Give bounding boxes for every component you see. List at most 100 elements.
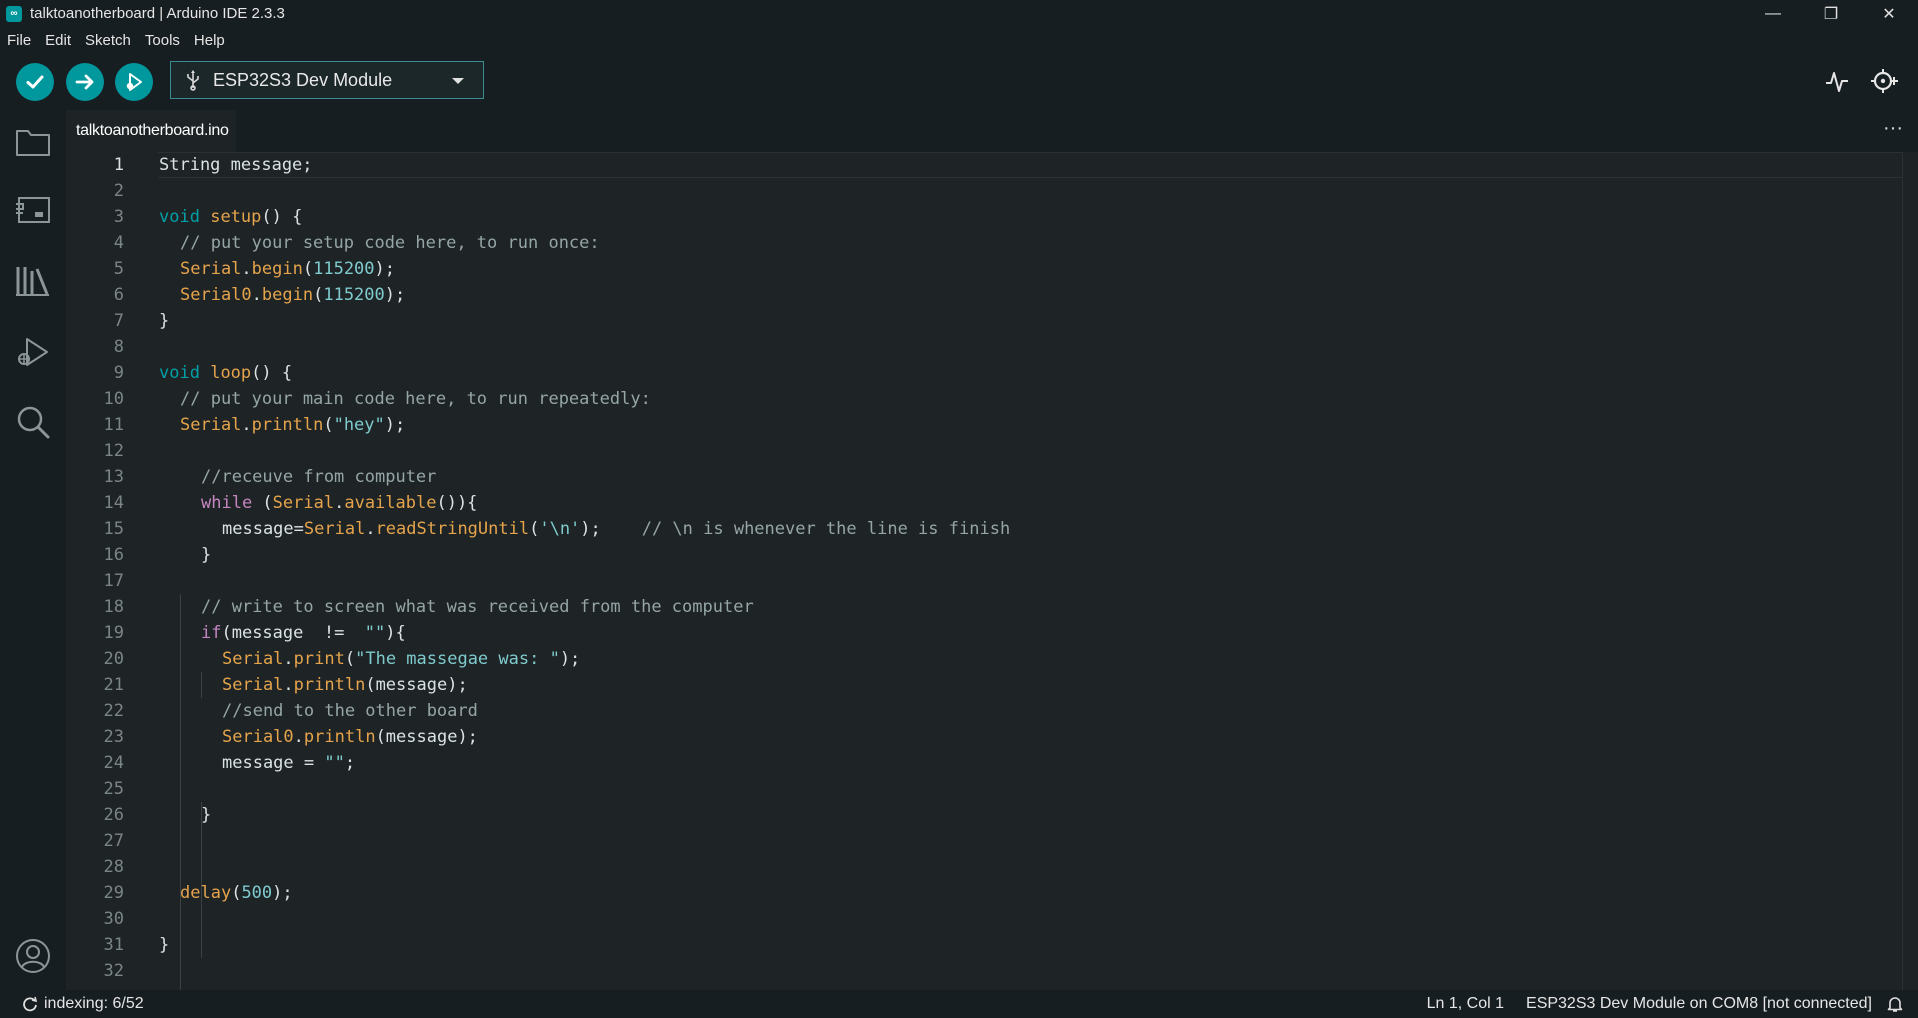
code-token: . (365, 519, 376, 539)
code-line: 27 (66, 828, 1903, 854)
code-token: () { (251, 363, 293, 383)
serial-plotter-button[interactable] (1820, 65, 1854, 99)
tab-sketch-file[interactable]: talktoanotherboard.ino (66, 110, 236, 152)
boards-manager-icon (16, 197, 50, 223)
library-manager-icon (16, 267, 49, 296)
menu-edit[interactable]: Edit (38, 32, 78, 49)
code-line: 9 void loop() { (66, 360, 1903, 386)
menu-sketch[interactable]: Sketch (78, 32, 138, 49)
line-number: 9 (113, 363, 124, 383)
code-token: . (283, 675, 294, 695)
line-number: 17 (103, 571, 124, 591)
code-token: 500 (241, 883, 273, 903)
verify-button[interactable] (16, 63, 54, 101)
code-token: Serial (222, 675, 284, 695)
code-token: ()){ (436, 493, 478, 513)
check-icon (26, 75, 44, 89)
more-icon[interactable]: ··· (1880, 118, 1906, 144)
code-line: 12 (66, 438, 1903, 464)
arrow-right-icon (75, 74, 94, 90)
code-token: void (159, 363, 200, 383)
code-line: 23 Serial0.println(message); (66, 724, 1903, 750)
account-button[interactable] (13, 936, 53, 976)
code-token: ){ (385, 623, 406, 643)
code-line: 25 (66, 776, 1903, 802)
serial-plotter-icon (1826, 72, 1848, 92)
editor-scrollbar[interactable] (1902, 152, 1918, 990)
code-line: 29 delay(500); (66, 880, 1903, 906)
code-line: 32 (66, 958, 1903, 984)
sketchbook-button[interactable] (13, 122, 53, 162)
code-text: delay(500); (180, 880, 293, 906)
code-token: ( (323, 415, 334, 435)
maximize-button[interactable]: ❐ (1802, 0, 1860, 27)
title-bar: ∞ talktoanotherboard | Arduino IDE 2.3.3… (0, 0, 1918, 27)
code-token: "The massegae was: " (355, 649, 560, 669)
board-port-status[interactable]: ESP32S3 Dev Module on COM8 [not connecte… (1526, 995, 1872, 1013)
tab-bar: talktoanotherboard.ino ··· (66, 110, 1918, 152)
code-text: message=Serial.readStringUntil('\n'); //… (222, 516, 1010, 542)
code-line: 15 message=Serial.readStringUntil('\n'); … (66, 516, 1903, 542)
close-button[interactable]: ✕ (1860, 0, 1918, 27)
upload-button[interactable] (66, 63, 104, 101)
line-number: 10 (103, 389, 124, 409)
code-text: Serial.print("The massegae was: "); (222, 646, 580, 672)
line-number: 23 (103, 727, 124, 747)
code-text: void loop() { (159, 360, 292, 386)
code-line: 7} (66, 308, 1903, 334)
code-editor[interactable]: 1 String message; 2 3 void setup() { 4// p… (66, 152, 1903, 990)
code-token: Serial (180, 415, 242, 435)
code-text: Serial.begin(115200); (180, 256, 395, 282)
code-text: if(message != ""){ (201, 620, 406, 646)
code-text: Serial.println("hey"); (180, 412, 405, 438)
line-number: 1 (113, 155, 124, 175)
menu-tools[interactable]: Tools (138, 32, 187, 49)
code-token: while (201, 493, 253, 513)
line-number: 26 (103, 805, 124, 825)
code-token: (message); (365, 675, 468, 695)
code-line: 17 (66, 568, 1903, 594)
code-line: 11 Serial.println("hey"); (66, 412, 1903, 438)
boards-manager-button[interactable] (13, 190, 53, 230)
line-number: 22 (103, 701, 124, 721)
serial-monitor-button[interactable] (1868, 65, 1902, 99)
code-line: 8 (66, 334, 1903, 360)
line-number: 13 (103, 467, 124, 487)
debug-panel-button[interactable] (13, 332, 53, 372)
code-token: // write to screen what was received fro… (201, 597, 754, 617)
code-text: void setup() { (159, 204, 302, 230)
code-token: // \n is whenever the line is finish (641, 519, 1011, 539)
library-manager-button[interactable] (13, 260, 53, 300)
code-line: 18 // write to screen what was received f… (66, 594, 1903, 620)
search-icon (17, 406, 50, 439)
line-number: 16 (103, 545, 124, 565)
code-token: ); (374, 259, 396, 279)
status-left: indexing: 6/52 (22, 995, 144, 1013)
code-line: 4 // put your setup code here, to run onc… (66, 230, 1903, 256)
code-token: } (159, 311, 170, 331)
code-text: // put your main code here, to run repea… (180, 386, 651, 412)
code-token: Serial (222, 649, 284, 669)
debug-button[interactable] (115, 63, 153, 101)
line-number: 6 (113, 285, 124, 305)
code-token: } (201, 805, 212, 825)
bell-icon[interactable] (1886, 995, 1904, 1013)
sync-icon (23, 996, 38, 1012)
code-token: (message); (375, 727, 478, 747)
code-token: . (251, 285, 262, 305)
menu-help[interactable]: Help (187, 32, 232, 49)
code-text: } (201, 802, 211, 828)
code-text: //receuve from computer (201, 464, 436, 490)
board-name: ESP32S3 Dev Module (213, 69, 393, 90)
menu-file[interactable]: File (0, 32, 38, 49)
code-token: ); (272, 883, 293, 903)
minimize-button[interactable]: — (1744, 0, 1802, 27)
line-number: 32 (103, 961, 124, 981)
code-token: ); (384, 285, 406, 305)
code-token: Serial0 (222, 727, 294, 747)
code-line: 2 (66, 178, 1903, 204)
cursor-position[interactable]: Ln 1, Col 1 (1427, 995, 1504, 1013)
code-line: 26} (66, 802, 1903, 828)
search-button[interactable] (13, 402, 53, 442)
board-selector[interactable]: ESP32S3 Dev Module (170, 61, 484, 99)
